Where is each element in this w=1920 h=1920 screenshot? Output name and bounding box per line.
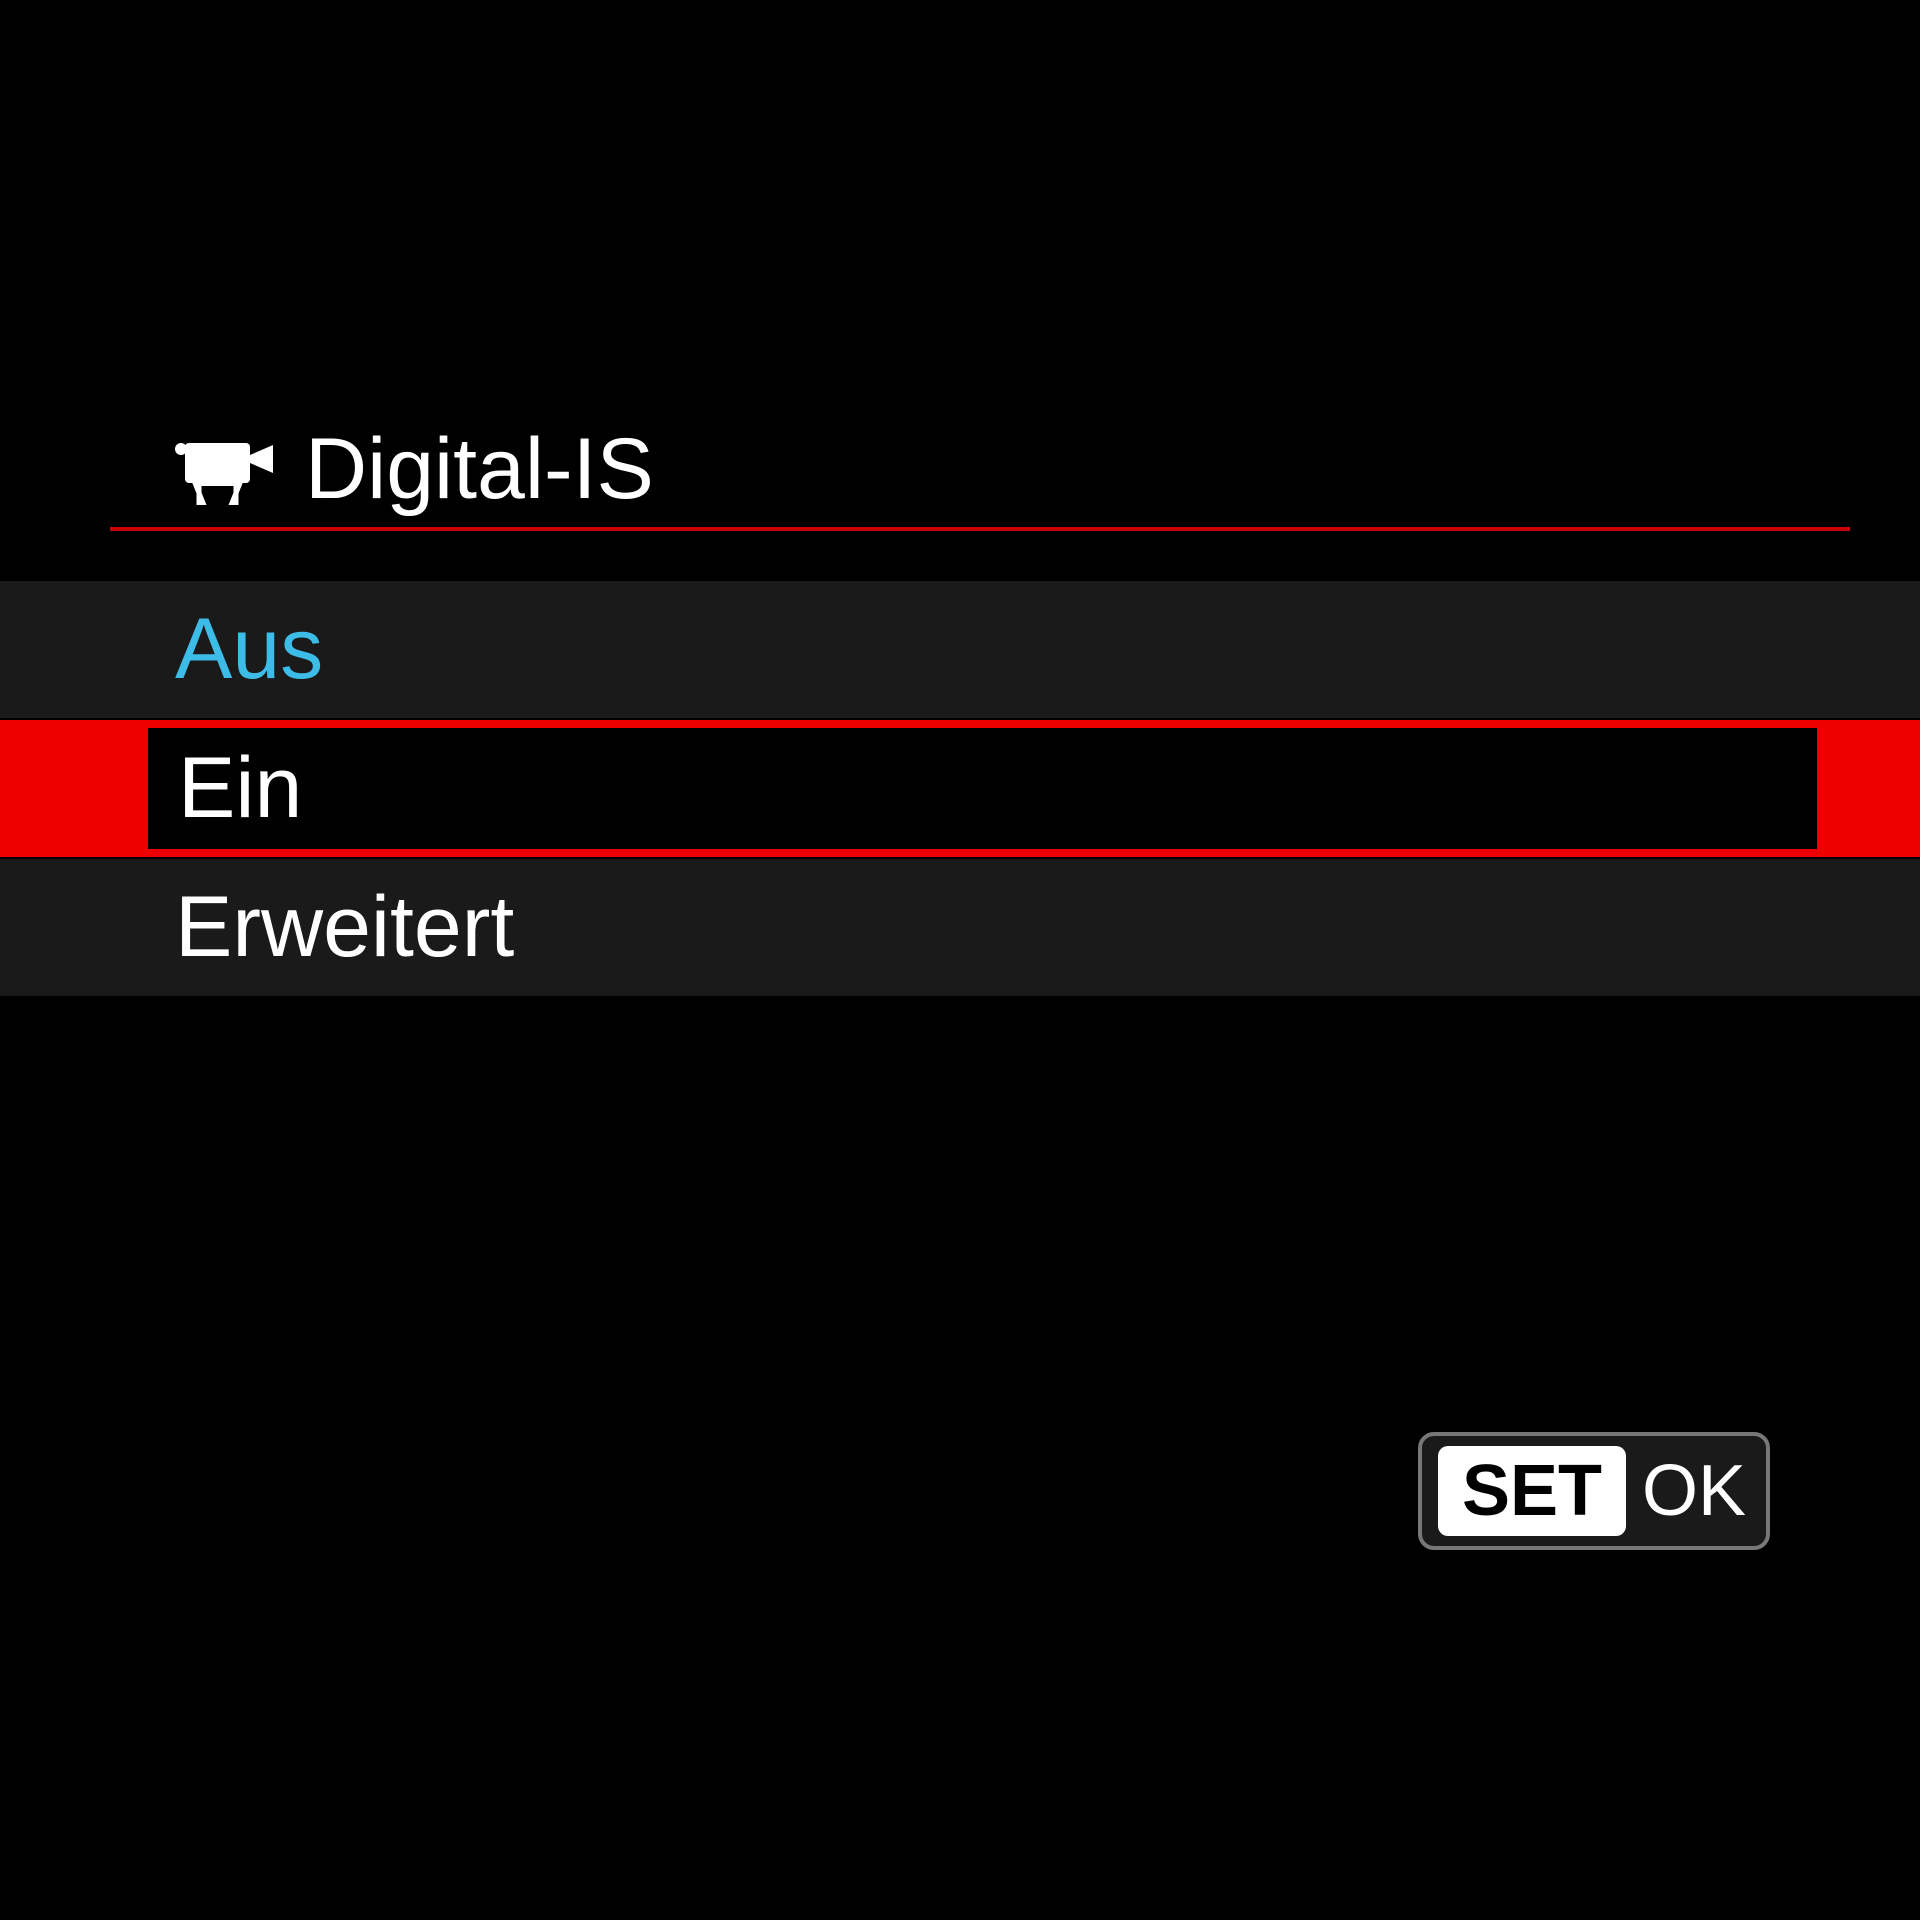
movie-camera-icon (175, 435, 275, 505)
option-inner-highlight: Ein (140, 720, 1825, 857)
menu-container: Digital-IS Aus Ein Erweitert (0, 420, 1920, 998)
options-list: Aus Ein Erweitert (0, 581, 1920, 996)
ok-label: OK (1642, 1450, 1746, 1532)
option-label: Ein (178, 739, 302, 838)
menu-title: Digital-IS (305, 420, 654, 519)
set-badge: SET (1438, 1446, 1626, 1536)
option-ein[interactable]: Ein (0, 720, 1920, 857)
header-divider (110, 527, 1850, 531)
option-label: Erweitert (175, 878, 514, 977)
option-label: Aus (175, 600, 323, 699)
option-aus[interactable]: Aus (0, 581, 1920, 718)
option-erweitert[interactable]: Erweitert (0, 859, 1920, 996)
set-ok-button[interactable]: SET OK (1418, 1432, 1770, 1550)
menu-header: Digital-IS (0, 420, 1920, 519)
